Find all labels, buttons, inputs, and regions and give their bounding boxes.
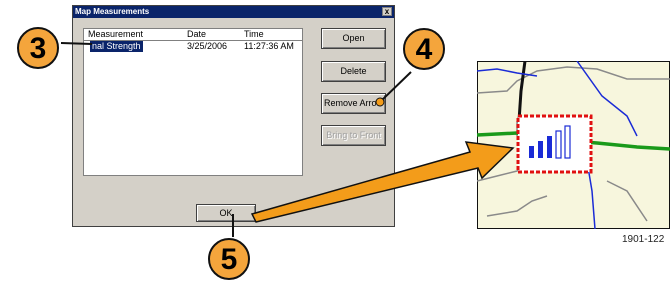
callout-4: 4 (403, 28, 445, 70)
leader-line-3 (60, 42, 93, 45)
leader-line-4 (379, 71, 412, 103)
callout-5: 5 (208, 238, 250, 280)
callout-3: 3 (17, 27, 59, 69)
orange-arrow (250, 141, 515, 223)
leader-dot-4 (375, 97, 385, 107)
annotation-overlay (60, 42, 515, 237)
figure-id: 1901-122 (622, 234, 665, 245)
